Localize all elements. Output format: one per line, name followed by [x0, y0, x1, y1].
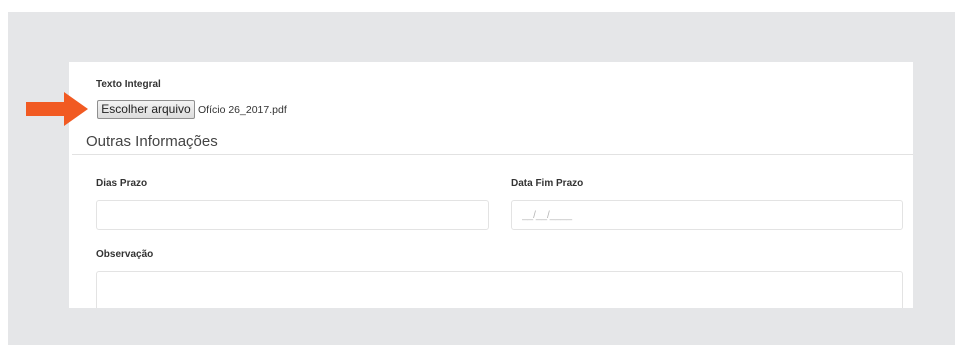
- arrow-right-icon: [26, 92, 88, 126]
- choose-file-button[interactable]: Escolher arquivo: [97, 100, 195, 119]
- section-title-outras-informacoes: Outras Informações: [86, 133, 218, 150]
- data-fim-prazo-input[interactable]: [511, 200, 903, 230]
- dias-prazo-input[interactable]: [96, 200, 489, 230]
- observacao-textarea[interactable]: [96, 271, 903, 311]
- dias-prazo-label: Dias Prazo: [96, 178, 148, 189]
- frame-bottom-band: [8, 308, 955, 345]
- data-fim-prazo-label: Data Fim Prazo: [511, 178, 584, 189]
- section-divider: [72, 154, 913, 155]
- selected-file-name: Ofício 26_2017.pdf: [198, 104, 287, 116]
- texto-integral-label: Texto Integral: [96, 79, 161, 90]
- observacao-label: Observação: [96, 249, 154, 260]
